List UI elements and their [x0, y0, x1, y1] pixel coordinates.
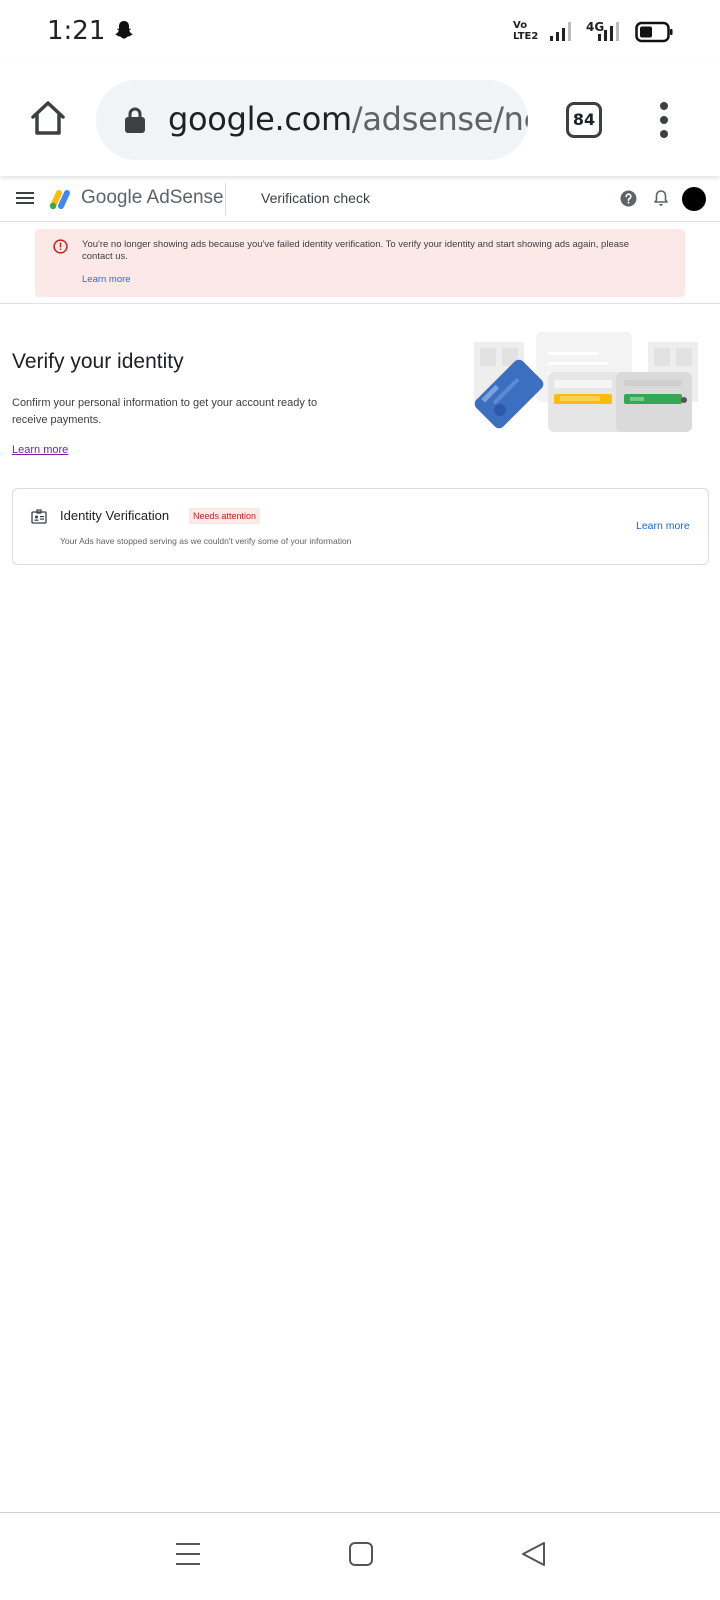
error-icon [53, 239, 68, 254]
card-title: Identity Verification [60, 508, 170, 523]
account-avatar[interactable] [682, 187, 706, 211]
system-navigation-bar [0, 1513, 720, 1600]
card-description: Your Ads have stopped serving as we coul… [60, 536, 352, 546]
home-icon[interactable] [28, 98, 68, 138]
alert-message: You're no longer showing ads because you… [82, 239, 630, 262]
verify-description: Confirm your personal information to get… [12, 397, 318, 426]
volte-indicator: Vo LTE2 [513, 20, 539, 42]
identity-verification-card: Identity Verification Needs attention Yo… [12, 488, 709, 565]
browser-toolbar: google.com/adsense/ne 84 [0, 64, 720, 176]
brand-name: Google AdSense [81, 187, 224, 209]
url-domain: google.com [168, 100, 352, 138]
hamburger-menu-icon[interactable] [16, 191, 34, 205]
identity-illustration [474, 332, 698, 432]
tab-switcher-button[interactable]: 84 [566, 102, 602, 138]
error-alert-banner: You're no longer showing ads because you… [35, 229, 685, 297]
header-divider [225, 183, 226, 215]
home-nav-icon[interactable] [348, 1541, 374, 1567]
brand-google: Google [81, 187, 143, 208]
page-title: Verification check [261, 190, 370, 206]
status-bar: 1:21 Vo LTE2 4G [0, 0, 720, 64]
snapchat-icon [115, 21, 133, 39]
card-learn-more-link[interactable]: Learn more [636, 520, 690, 532]
address-bar[interactable]: google.com/adsense/ne [96, 80, 528, 160]
status-badge: Needs attention [189, 508, 261, 524]
verify-title: Verify your identity [12, 350, 184, 373]
alert-learn-more-link[interactable]: Learn more [82, 274, 131, 285]
section-divider [0, 303, 720, 304]
battery-icon [635, 21, 673, 43]
verify-learn-more-link[interactable]: Learn more [12, 444, 68, 456]
url-path: /adsense/ne [351, 100, 528, 138]
status-time: 1:21 [47, 16, 106, 46]
brand-product: AdSense [146, 187, 224, 208]
lock-icon [125, 107, 145, 133]
more-options-icon[interactable] [652, 100, 676, 140]
recent-apps-icon[interactable] [175, 1541, 201, 1567]
help-icon[interactable] [620, 190, 637, 207]
signal-icon [550, 22, 571, 41]
notifications-bell-icon[interactable] [653, 189, 669, 207]
adsense-header: Google AdSense Verification check [0, 176, 720, 222]
url-text: google.com/adsense/ne [168, 100, 528, 138]
signal-icon-2 [598, 22, 619, 41]
id-card-icon [31, 509, 47, 524]
adsense-logo-icon [49, 190, 70, 210]
back-icon[interactable] [520, 1540, 546, 1568]
